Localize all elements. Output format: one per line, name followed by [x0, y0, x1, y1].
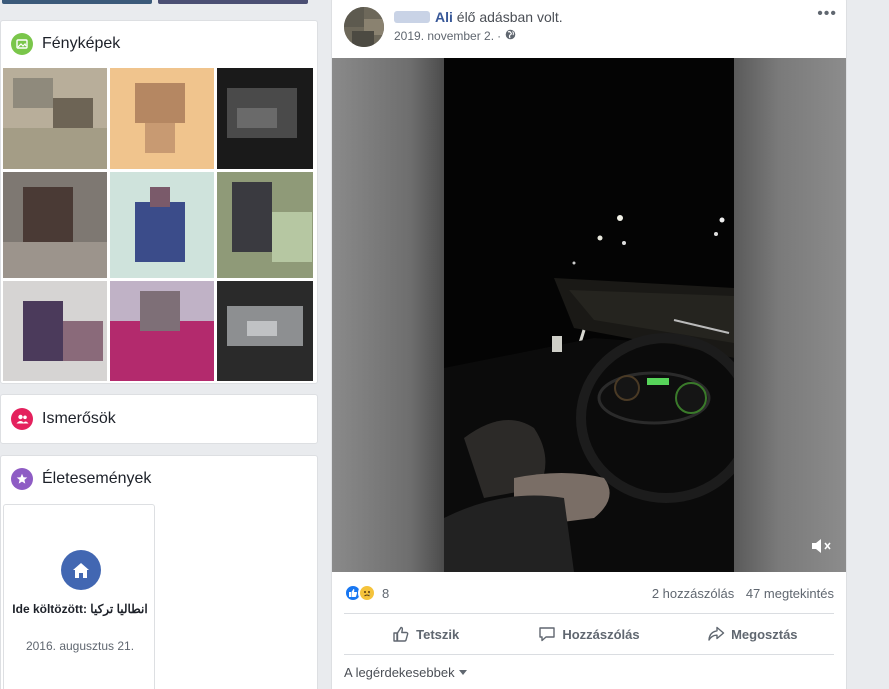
- sad-reaction-icon: [358, 584, 376, 602]
- post-date[interactable]: 2019. november 2.: [394, 29, 494, 43]
- comment-label: Hozzászólás: [562, 626, 640, 642]
- divider: [344, 654, 834, 655]
- share-label: Megosztás: [731, 626, 798, 642]
- life-events-title[interactable]: Életesemények: [42, 470, 151, 488]
- divider: [344, 613, 834, 614]
- photo-thumbnail[interactable]: [110, 281, 214, 381]
- photo-thumbnail[interactable]: [110, 68, 214, 169]
- photo-thumbnail[interactable]: [3, 68, 107, 169]
- share-button[interactable]: Megosztás: [671, 617, 834, 651]
- reactions-summary[interactable]: 8: [344, 584, 389, 602]
- top-cover-strip: [0, 0, 318, 5]
- friends-card: Ismerősök: [0, 394, 318, 444]
- photos-title[interactable]: Fényképek: [42, 35, 120, 53]
- photo-thumbnail[interactable]: [3, 281, 107, 381]
- reaction-count: 8: [382, 585, 390, 601]
- friends-title[interactable]: Ismerősök: [42, 410, 116, 428]
- view-count: 47 megtekintés: [745, 586, 834, 601]
- like-button[interactable]: Tetszik: [344, 617, 507, 651]
- cover-thumbnail-left: [2, 0, 152, 4]
- post-author-line: Ali élő adásban volt.: [394, 9, 563, 25]
- like-label: Tetszik: [416, 626, 460, 642]
- video-player[interactable]: [332, 58, 846, 572]
- meta-separator: ·: [497, 29, 502, 43]
- cover-thumbnail-right: [158, 0, 308, 4]
- post-meta: 2019. november 2. ·: [394, 29, 516, 43]
- life-event-date: 2016. augusztus 21.: [25, 639, 135, 653]
- photo-thumbnail[interactable]: [3, 172, 107, 278]
- comment-sort-dropdown[interactable]: A legérdekesebbek: [344, 665, 467, 680]
- post-actions: Tetszik Hozzászólás Megosztás: [344, 617, 834, 651]
- author-name[interactable]: Ali: [435, 9, 453, 25]
- photo-grid: [3, 68, 313, 381]
- blurred-name: [394, 11, 430, 23]
- comment-button[interactable]: Hozzászólás: [507, 617, 670, 651]
- star-icon: [11, 468, 33, 490]
- photo-thumbnail[interactable]: [217, 172, 313, 278]
- share-icon: [708, 626, 725, 641]
- life-events-header[interactable]: Életesemények: [11, 468, 151, 490]
- video-blur-right: [734, 58, 846, 572]
- globe-icon: [505, 29, 516, 43]
- avatar[interactable]: [344, 7, 384, 47]
- comment-icon: [539, 627, 556, 642]
- thumbs-up-icon: [393, 626, 409, 642]
- post-action-text: élő adásban volt.: [456, 9, 563, 25]
- photos-header[interactable]: Fényképek: [11, 33, 120, 55]
- post-stats: 2 hozzászólás 47 megtekintés: [652, 586, 834, 601]
- photos-icon: [11, 33, 33, 55]
- photo-thumbnail[interactable]: [217, 281, 313, 381]
- chevron-down-icon: [458, 670, 467, 675]
- home-icon: [61, 550, 101, 590]
- comment-count-link[interactable]: 2 hozzászólás: [652, 586, 734, 601]
- video-frame-night-drive: [444, 58, 734, 572]
- friends-icon: [11, 408, 33, 430]
- mute-icon[interactable]: [810, 537, 832, 560]
- life-event-title: Ide költözött: انطاليا تركيا: [12, 602, 148, 616]
- friends-header[interactable]: Ismerősök: [11, 408, 116, 430]
- video-blur-left: [332, 58, 444, 572]
- post-card: Ali élő adásban volt. 2019. november 2. …: [331, 0, 847, 689]
- video-frame: [444, 58, 734, 572]
- more-options-button[interactable]: •••: [817, 5, 837, 23]
- photo-thumbnail[interactable]: [110, 172, 214, 278]
- photo-thumbnail[interactable]: [217, 68, 313, 169]
- comment-sort-label: A legérdekesebbek: [344, 665, 455, 680]
- life-event-item[interactable]: Ide költözött: انطاليا تركيا 2016. augus…: [3, 504, 155, 689]
